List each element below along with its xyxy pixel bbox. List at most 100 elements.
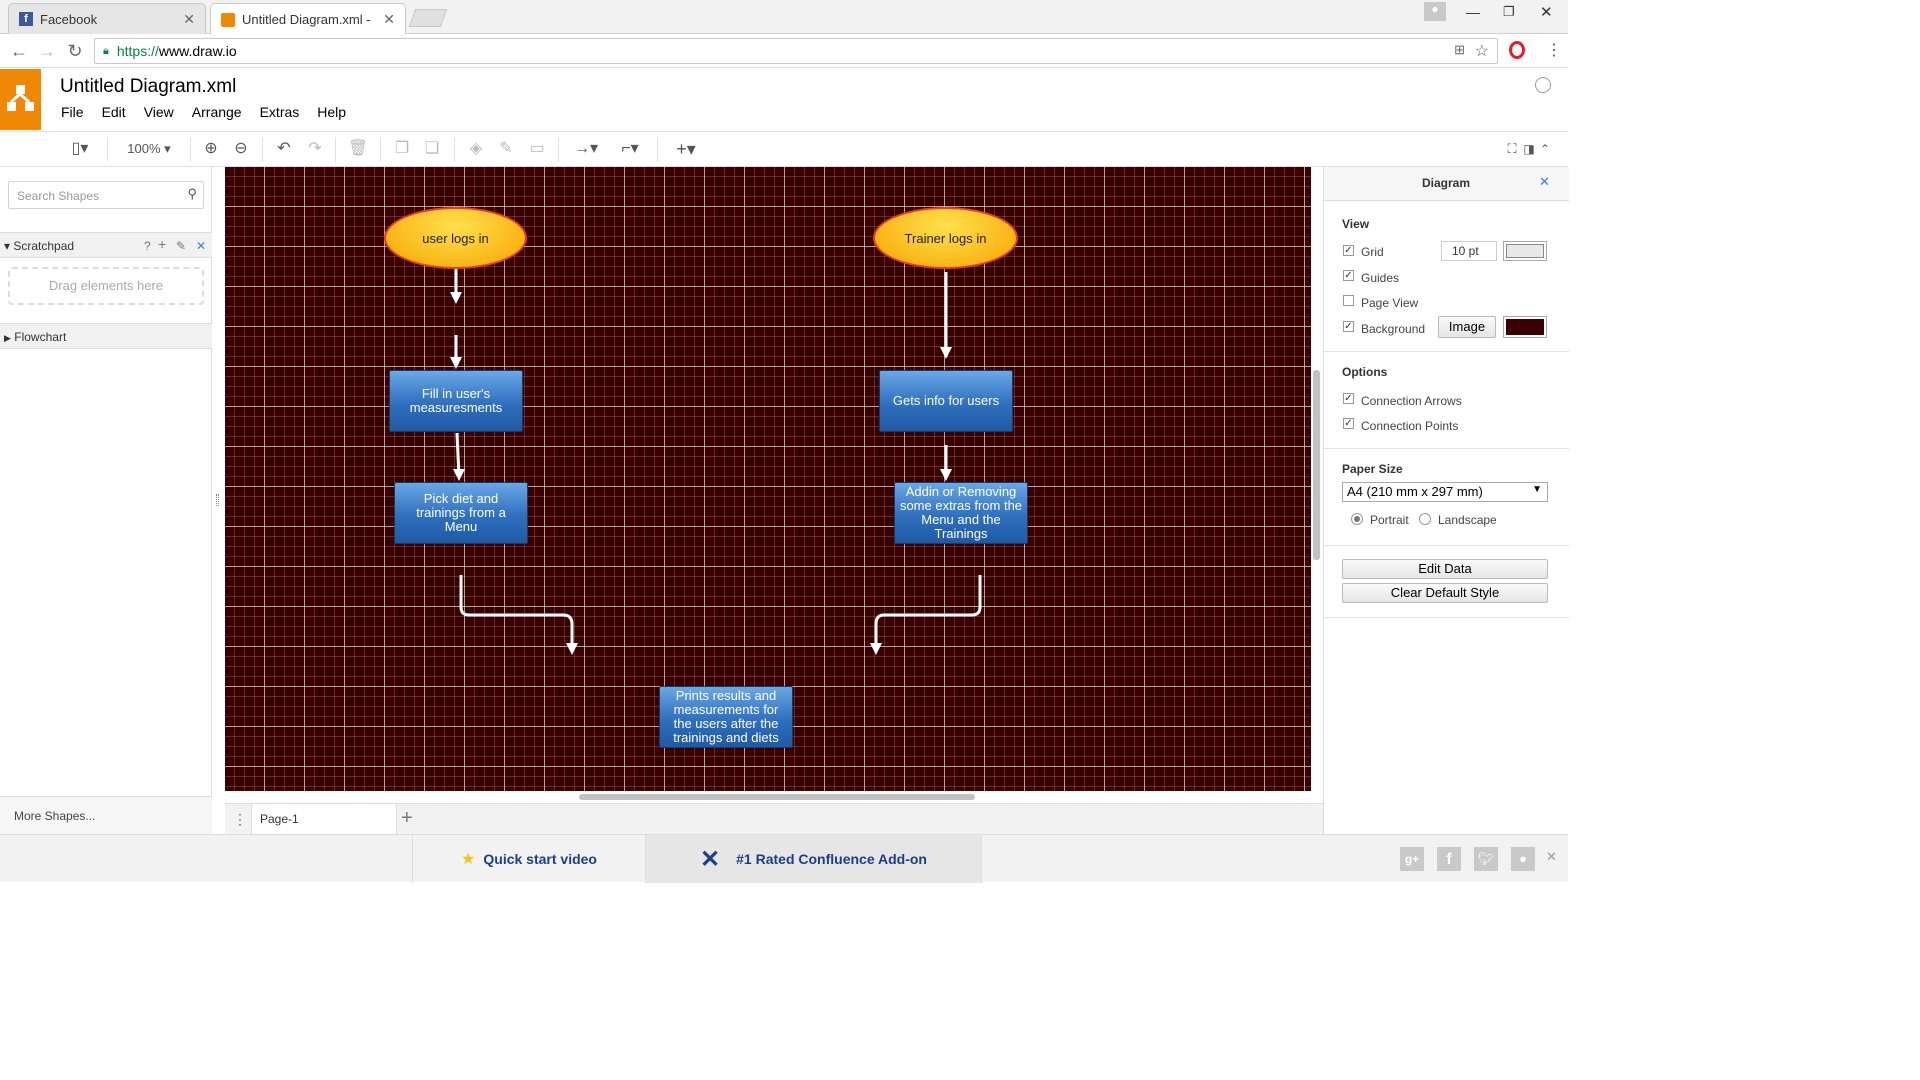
clear-default-style-button[interactable]: Clear Default Style [1342, 583, 1548, 603]
tab-title: Facebook [40, 11, 98, 27]
connector[interactable] [459, 575, 574, 651]
page-tab[interactable]: Page-1 [251, 804, 397, 834]
image-button[interactable]: Image [1438, 316, 1496, 338]
url-field[interactable]: 🔒︎ https://www.draw.io ⊞ ☆ [94, 38, 1498, 64]
back-icon[interactable]: ← [8, 40, 30, 62]
search-shapes-input[interactable]: Search Shapes ⚲ [8, 181, 204, 209]
confluence-icon: ✕ [700, 845, 721, 873]
bookmark-star-icon[interactable]: ☆ [1475, 41, 1489, 61]
connector[interactable] [874, 575, 982, 651]
translate-icon[interactable]: ⊞ [1454, 42, 1465, 58]
grid-checkbox[interactable]: ✓ [1343, 245, 1354, 256]
node-user-logs-in[interactable]: user logs in [384, 207, 527, 269]
zoom-out-icon[interactable]: ⊖ [230, 138, 252, 160]
minimize-icon[interactable]: — [1466, 4, 1480, 20]
collapse-header-icon[interactable]: ⌃ [1538, 138, 1552, 160]
menu-view[interactable]: View [135, 104, 183, 120]
menu-help[interactable]: Help [308, 104, 355, 120]
vertical-scrollbar[interactable] [1313, 370, 1320, 560]
restore-icon[interactable]: ❐ [1503, 4, 1515, 20]
page-tab-bar: ⋮ Page-1 + [225, 803, 1323, 834]
undo-icon[interactable]: ↶ [273, 138, 295, 160]
more-shapes-button[interactable]: More Shapes... [0, 796, 212, 834]
horizontal-scrollbar[interactable] [579, 794, 975, 800]
quick-start-video-link[interactable]: ★ Quick start video [412, 835, 646, 883]
format-panel-icon[interactable]: ◨ [1522, 138, 1536, 160]
close-footer-icon[interactable]: ✕ [1546, 849, 1557, 865]
background-color-button[interactable] [1503, 316, 1547, 338]
edit-data-button[interactable]: Edit Data [1342, 559, 1548, 579]
document-title[interactable]: Untitled Diagram.xml [60, 76, 236, 98]
menu-arrange[interactable]: Arrange [183, 104, 251, 120]
node-gets-info[interactable]: Gets info for users [879, 370, 1013, 432]
insert-icon[interactable]: +▾ [668, 138, 704, 160]
fill-color-icon[interactable]: ◈ [465, 138, 487, 160]
shadow-icon[interactable]: ▭ [526, 138, 548, 160]
format-panel-toggle-icon[interactable]: ▯▾ [60, 138, 100, 160]
tab-facebook[interactable]: f Facebook ✕ [8, 3, 206, 34]
close-tab-icon[interactable]: ✕ [383, 11, 395, 28]
redo-icon[interactable]: ↷ [304, 138, 326, 160]
line-color-icon[interactable]: ✎ [495, 138, 517, 160]
collapsed-triangle-icon: ▶ [4, 333, 11, 343]
menu-extras[interactable]: Extras [251, 104, 309, 120]
reload-icon[interactable]: ↻ [64, 40, 86, 62]
profile-icon[interactable]: ● [1424, 2, 1446, 21]
landscape-radio[interactable] [1419, 513, 1431, 525]
grid-size-input[interactable]: 10 pt [1441, 241, 1497, 261]
close-panel-icon[interactable]: ✕ [1539, 174, 1550, 190]
arrow-head [453, 469, 465, 481]
format-panel: Diagram ✕ View ✓ Grid 10 pt ✓ Guides Pag… [1323, 167, 1569, 834]
browser-menu-icon[interactable]: ⋮ [1546, 40, 1562, 60]
node-fill-measurements[interactable]: Fill in user's measuresments [389, 370, 523, 432]
tab-drawio[interactable]: Untitled Diagram.xml - d ✕ [210, 3, 406, 35]
pages-menu-icon[interactable]: ⋮ [233, 811, 247, 828]
close-tab-icon[interactable]: ✕ [183, 11, 195, 28]
language-globe-icon[interactable] [1535, 77, 1551, 93]
node-addin-removing[interactable]: Addin or Removing some extras from the M… [894, 482, 1028, 544]
scratchpad-dropzone[interactable]: Drag elements here [8, 267, 204, 305]
add-page-icon[interactable]: + [401, 807, 413, 830]
node-trainer-logs-in[interactable]: Trainer logs in [873, 207, 1018, 269]
fullscreen-icon[interactable]: ⛶ [1504, 138, 1520, 160]
flowchart-header[interactable]: ▶ Flowchart [0, 323, 212, 349]
guides-checkbox[interactable]: ✓ [1343, 270, 1354, 281]
grid-color-button[interactable] [1503, 241, 1547, 261]
node-pick-diet[interactable]: Pick diet and trainings from a Menu [394, 482, 528, 544]
menu-file[interactable]: File [52, 104, 93, 120]
confluence-addon-link[interactable]: ✕ #1 Rated Confluence Add-on [646, 835, 982, 883]
connection-points-checkbox[interactable]: ✓ [1343, 418, 1354, 429]
new-tab-button[interactable] [408, 9, 448, 27]
delete-icon[interactable]: 🗑︎ [347, 138, 369, 160]
google-plus-icon[interactable]: g+ [1400, 847, 1424, 871]
facebook-share-icon[interactable]: f [1437, 847, 1461, 871]
to-front-icon[interactable]: ❐ [391, 138, 413, 160]
scratchpad-close-icon[interactable]: ✕ [196, 239, 206, 253]
paper-size-select[interactable]: A4 (210 mm x 297 mm) ▼ [1342, 482, 1548, 502]
background-checkbox[interactable]: ✓ [1343, 321, 1354, 332]
opera-icon[interactable] [1509, 41, 1525, 59]
waypoints-icon[interactable]: ⌐▾ [612, 138, 648, 160]
scratchpad-help-icon[interactable]: ? [144, 239, 151, 253]
to-back-icon[interactable]: ❏ [421, 138, 443, 160]
page-view-checkbox[interactable] [1343, 295, 1354, 306]
search-icon[interactable]: ⚲ [187, 186, 197, 202]
forward-icon[interactable]: → [36, 40, 58, 62]
portrait-radio[interactable] [1351, 513, 1363, 525]
connection-style-icon[interactable]: →▾ [568, 138, 604, 160]
scratchpad-header[interactable]: ▾ Scratchpad ? + ✎ ✕ [0, 232, 212, 258]
zoom-in-icon[interactable]: ⊕ [200, 138, 222, 160]
scratchpad-add-icon[interactable]: + [158, 236, 166, 252]
zoom-dropdown[interactable]: 100% ▾ [118, 138, 180, 160]
scratchpad-edit-icon[interactable]: ✎ [176, 239, 186, 253]
close-window-icon[interactable]: ✕ [1540, 3, 1553, 21]
twitter-icon[interactable]: 🐦︎ [1474, 847, 1498, 871]
node-prints-results[interactable]: Prints results and measurements for the … [659, 686, 793, 748]
github-icon[interactable]: ● [1511, 847, 1535, 871]
arrow-head [940, 469, 952, 481]
connection-arrows-checkbox[interactable]: ✓ [1343, 393, 1354, 404]
options-heading: Options [1342, 365, 1388, 379]
menu-edit[interactable]: Edit [93, 104, 135, 120]
sidebar-resize-handle[interactable] [216, 494, 219, 506]
diagram-canvas[interactable]: user logs in Trainer logs in Fill in use… [225, 167, 1311, 791]
